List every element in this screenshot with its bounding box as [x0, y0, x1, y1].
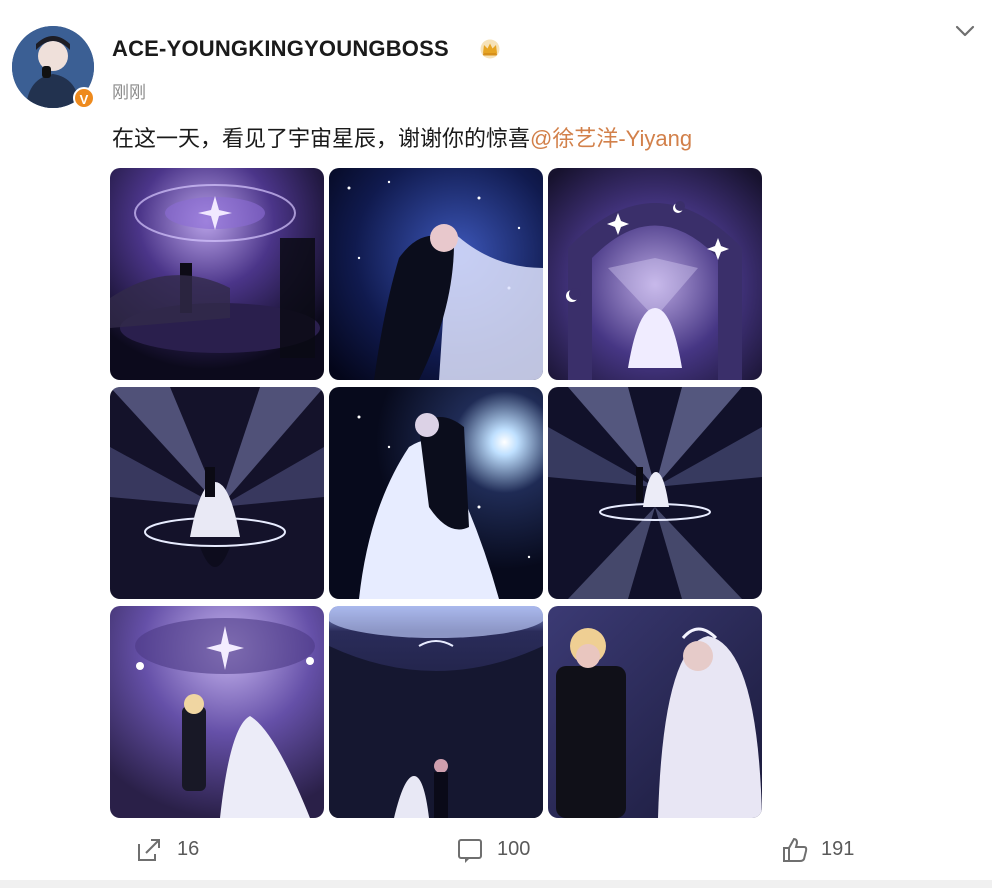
photo-9-image	[548, 606, 762, 818]
like-count: 191	[821, 838, 855, 860]
photo-8-image	[329, 606, 543, 818]
crown-icon	[480, 39, 500, 59]
photo-2[interactable]	[329, 168, 543, 380]
photo-7[interactable]	[110, 606, 324, 818]
photo-6-image	[548, 387, 762, 599]
weibo-post: V ACE-YOUNGKINGYOUNGBOSS 刚刚 在这一天，看见了宇宙星辰…	[0, 0, 992, 888]
photo-4-image	[110, 387, 324, 599]
post-text: 在这一天，看见了宇宙星辰，谢谢你的惊喜@徐艺洋-Yiyang	[112, 121, 692, 153]
comment-count: 100	[497, 838, 531, 860]
photo-6[interactable]	[548, 387, 762, 599]
photo-2-image	[329, 168, 543, 380]
timestamp: 刚刚	[112, 83, 146, 102]
photo-1-image	[110, 168, 324, 380]
photo-9[interactable]	[548, 606, 762, 818]
action-bar: 16 100 191	[0, 830, 992, 870]
bottom-divider	[0, 880, 992, 888]
photo-1[interactable]	[110, 168, 324, 380]
share-icon[interactable]	[134, 835, 164, 865]
photo-8[interactable]	[329, 606, 543, 818]
photo-grid	[110, 168, 762, 820]
photo-5-image	[329, 387, 543, 599]
mention-link[interactable]: @徐艺洋-Yiyang	[530, 126, 692, 151]
verified-badge: V	[73, 87, 95, 109]
photo-7-image	[110, 606, 324, 818]
comment-icon[interactable]	[455, 835, 485, 865]
photo-4[interactable]	[110, 387, 324, 599]
username[interactable]: ACE-YOUNGKINGYOUNGBOSS	[112, 36, 449, 62]
photo-5[interactable]	[329, 387, 543, 599]
post-text-main: 在这一天，看见了宇宙星辰，谢谢你的惊喜	[112, 126, 531, 151]
thumbs-up-icon[interactable]	[780, 835, 810, 865]
share-count: 16	[177, 838, 200, 860]
photo-3[interactable]	[548, 168, 762, 380]
photo-3-image	[548, 168, 762, 380]
chevron-down-icon[interactable]	[954, 20, 976, 42]
